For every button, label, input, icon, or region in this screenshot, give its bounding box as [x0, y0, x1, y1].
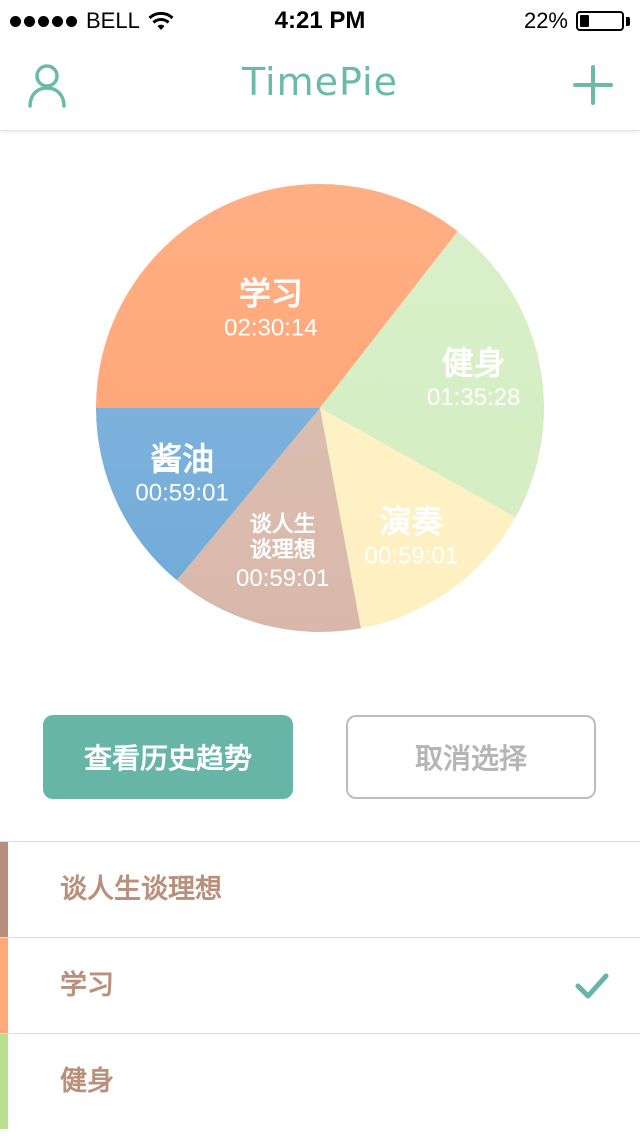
- battery-icon: [576, 11, 624, 31]
- list-item-label: 健身: [60, 1066, 114, 1097]
- slice-time-label: 00:59:01: [236, 565, 329, 592]
- list-item-study[interactable]: 学习: [0, 937, 640, 1033]
- status-bar: BELL 4:21 PM 22%: [0, 0, 640, 40]
- add-activity-button[interactable]: [566, 58, 620, 112]
- list-item-label: 学习: [60, 970, 114, 1001]
- view-history-trend-button[interactable]: 查看历史趋势: [43, 715, 293, 799]
- app-title: TimePie: [241, 60, 398, 104]
- slice-time-label: 00:59:01: [135, 480, 228, 507]
- navigation-bar: TimePie: [0, 40, 640, 131]
- slice-name-label: 谈理想: [250, 538, 316, 563]
- slice-time-label: 00:59:01: [365, 542, 458, 569]
- list-item-label: 谈人生谈理想: [60, 874, 222, 905]
- slice-time-label: 02:30:14: [224, 314, 317, 341]
- activity-list: 谈人生谈理想 学习 健身: [0, 841, 640, 1129]
- battery-area: 22%: [524, 8, 630, 34]
- pie-chart-svg: 学习02:30:14健身01:35:28演奏00:59:01谈人生谈理想00:5…: [96, 183, 544, 632]
- slice-time-label: 01:35:28: [427, 384, 520, 411]
- slice-name-label: 学习: [239, 275, 303, 313]
- color-bar: [0, 1034, 8, 1129]
- color-bar: [0, 842, 8, 937]
- cancel-selection-button[interactable]: 取消选择: [346, 715, 596, 799]
- slice-name-label: 酱油: [150, 440, 214, 478]
- list-item-talk-life[interactable]: 谈人生谈理想: [0, 841, 640, 937]
- color-bar: [0, 938, 8, 1033]
- slice-name-label: 健身: [442, 344, 506, 382]
- list-item-fitness[interactable]: 健身: [0, 1033, 640, 1129]
- battery-percent: 22%: [523, 8, 568, 33]
- checkmark-icon: [575, 973, 609, 999]
- slice-name-label: 演奏: [379, 503, 444, 541]
- time-pie-chart: 学习 02:30:14 健身 01:35:28 演奏 00:59:01 谈人生 谈理想 00:5…: [95, 183, 545, 633]
- plus-icon: [573, 65, 613, 105]
- slice-name-label: 谈人生: [250, 513, 316, 538]
